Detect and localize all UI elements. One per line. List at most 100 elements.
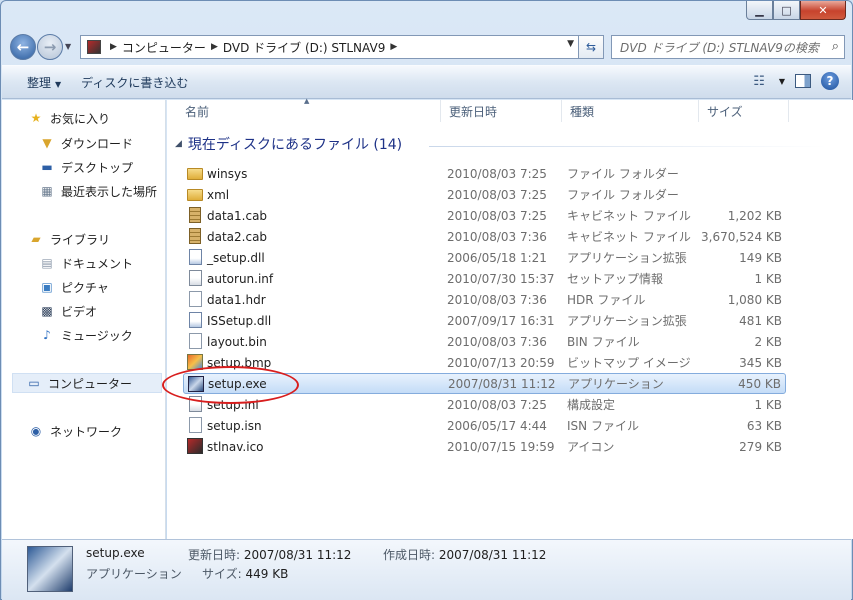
file-modified: 2006/05/18 1:21 (447, 250, 547, 265)
nav-computer[interactable]: ▭ コンピューター (12, 373, 162, 393)
help-icon[interactable]: ? (821, 72, 839, 90)
file-size: 1 KB (754, 397, 782, 412)
close-button[interactable]: ✕ (800, 1, 846, 20)
sort-ascending-icon: ▲ (304, 97, 310, 105)
nav-videos[interactable]: ▩ ビデオ (39, 301, 97, 321)
file-row[interactable]: data1.hdr 2010/08/03 7:36 HDR ファイル 1,080 KB (183, 289, 786, 310)
recent-places-icon: ▦ (41, 184, 53, 198)
file-name: data1.hdr (207, 292, 266, 307)
breadcrumb-computer[interactable]: コンピューター (122, 39, 206, 56)
dll-file-icon (189, 249, 202, 265)
nav-label: デスクトップ (61, 160, 134, 175)
ico-file-icon (187, 438, 203, 454)
folder-icon (187, 168, 203, 180)
organize-menu[interactable]: 整理 ▼ (17, 74, 71, 91)
file-modified: 2010/07/30 15:37 (447, 271, 555, 286)
file-size: 345 KB (739, 355, 782, 370)
forward-button[interactable]: → (37, 34, 63, 60)
file-row[interactable]: ISSetup.dll 2007/09/17 16:31 アプリケーション拡張 481… (183, 310, 786, 331)
refresh-button[interactable]: ⇆ (579, 35, 604, 59)
nav-network[interactable]: ◉ ネットワーク (28, 421, 122, 441)
nav-desktop[interactable]: ▬ デスクトップ (39, 157, 133, 177)
details-created: 作成日時: 2007/08/31 11:12 (383, 546, 546, 563)
group-title-label: 現在ディスクにあるファイル (14) (187, 137, 403, 153)
file-row[interactable]: data2.cab 2010/08/03 7:36 キャビネット ファイル 3,670… (183, 226, 786, 247)
file-modified: 2010/08/03 7:36 (447, 292, 547, 307)
nav-recent-places[interactable]: ▦ 最近表示した場所 (39, 181, 157, 201)
caption-buttons: ▁ □ ✕ (746, 1, 846, 20)
pictures-icon: ▣ (41, 280, 53, 294)
nav-favorites[interactable]: ★ お気に入り (28, 108, 110, 128)
nav-label: ライブラリ (50, 232, 111, 247)
star-icon: ★ (30, 111, 42, 125)
search-input[interactable]: DVD ドライブ (D:) STLNAV9の検索 ⌕ (611, 35, 845, 59)
address-bar[interactable]: ▶ コンピューター ▶ DVD ドライブ (D:) STLNAV9 ▶ ▼ (80, 35, 579, 59)
nav-label: コンピューター (48, 376, 133, 391)
file-modified: 2010/08/03 7:25 (447, 187, 547, 202)
file-row[interactable]: data1.cab 2010/08/03 7:25 キャビネット ファイル 1,202… (183, 205, 786, 226)
file-modified: 2010/07/15 19:59 (447, 439, 555, 454)
column-type[interactable]: 種類 (562, 100, 699, 122)
burn-to-disc-button[interactable]: ディスクに書き込む (71, 74, 198, 91)
file-row[interactable]: stlnav.ico 2010/07/15 19:59 アイコン 279 KB (183, 436, 786, 457)
toolbar-right: ☷ ▼ ? (753, 72, 839, 90)
chevron-right-icon[interactable]: ▶ (110, 42, 117, 52)
chevron-right-icon[interactable]: ▶ (211, 42, 218, 52)
address-dropdown-icon[interactable]: ▼ (567, 39, 574, 49)
nav-music[interactable]: ♪ ミュージック (39, 325, 133, 345)
file-name: data2.cab (207, 229, 268, 244)
search-icon[interactable]: ⌕ (832, 39, 839, 54)
file-row[interactable]: xml 2010/08/03 7:25 ファイル フォルダー (183, 184, 786, 205)
column-modified[interactable]: 更新日時 (441, 100, 562, 122)
group-divider (429, 146, 827, 147)
file-row[interactable]: layout.bin 2010/08/03 7:36 BIN ファイル 2 KB (183, 331, 786, 352)
file-type: キャビネット ファイル (567, 209, 691, 223)
details-pane: setup.exe アプリケーション 更新日時: 2007/08/31 11:1… (2, 539, 851, 600)
nav-pictures[interactable]: ▣ ピクチャ (39, 277, 109, 297)
view-options-caret-icon[interactable]: ▼ (779, 77, 785, 86)
file-type: アプリケーション拡張 (567, 314, 687, 328)
file-modified: 2007/09/17 16:31 (447, 313, 555, 328)
column-size[interactable]: サイズ (699, 100, 789, 122)
details-size-value: 449 KB (245, 567, 289, 581)
nav-documents[interactable]: ▤ ドキュメント (39, 253, 133, 273)
column-size-label: サイズ (707, 104, 743, 119)
change-view-icon[interactable]: ☷ (753, 74, 765, 89)
file-name: data1.cab (207, 208, 268, 223)
file-row[interactable]: setup.isn 2006/05/17 4:44 ISN ファイル 63 KB (183, 415, 786, 436)
explorer-window: ▁ □ ✕ ← → ▼ ▶ コンピューター ▶ DVD ドライブ (D:) ST… (0, 0, 853, 600)
group-header[interactable]: ◢ 現在ディスクにあるファイル (14) (175, 134, 402, 154)
command-bar: 整理 ▼ ディスクに書き込む ☷ ▼ ? (2, 65, 851, 99)
file-modified: 2010/07/13 20:59 (447, 355, 555, 370)
inf-file-icon (189, 270, 202, 286)
file-name: _setup.dll (207, 250, 265, 265)
nav-downloads[interactable]: ▼ ダウンロード (39, 133, 133, 153)
blank-file-icon (189, 291, 202, 307)
maximize-button[interactable]: □ (773, 1, 800, 20)
file-type: アイコン (567, 440, 615, 454)
setup-exe-thumbnail-icon (27, 546, 73, 592)
details-created-value: 2007/08/31 11:12 (438, 548, 547, 562)
collapse-caret-icon[interactable]: ◢ (175, 139, 182, 149)
file-row[interactable]: _setup.dll 2006/05/18 1:21 アプリケーション拡張 149 K… (183, 247, 786, 268)
file-row[interactable]: winsys 2010/08/03 7:25 ファイル フォルダー (183, 163, 786, 184)
nav-label: ミュージック (61, 328, 133, 343)
file-modified: 2010/08/03 7:36 (447, 229, 547, 244)
blank-file-icon (189, 333, 202, 349)
blank-file-icon (189, 417, 202, 433)
file-type: アプリケーション拡張 (567, 251, 687, 265)
preview-pane-icon[interactable] (795, 74, 811, 88)
chevron-right-icon[interactable]: ▶ (390, 42, 397, 52)
nav-libraries[interactable]: ▰ ライブラリ (28, 229, 110, 249)
history-dropdown-icon[interactable]: ▼ (65, 42, 71, 51)
nav-label: ダウンロード (61, 136, 134, 151)
back-button[interactable]: ← (10, 34, 36, 60)
breadcrumb-dvd-drive[interactable]: DVD ドライブ (D:) STLNAV9 (223, 39, 385, 56)
cab-file-icon (189, 207, 201, 223)
file-name: stlnav.ico (207, 439, 264, 454)
red-circle-annotation (162, 366, 299, 404)
file-type: HDR ファイル (567, 293, 646, 307)
file-row[interactable]: autorun.inf 2010/07/30 15:37 セットアップ情報 1 KB (183, 268, 786, 289)
minimize-button[interactable]: ▁ (746, 1, 773, 20)
file-name: winsys (207, 166, 248, 181)
